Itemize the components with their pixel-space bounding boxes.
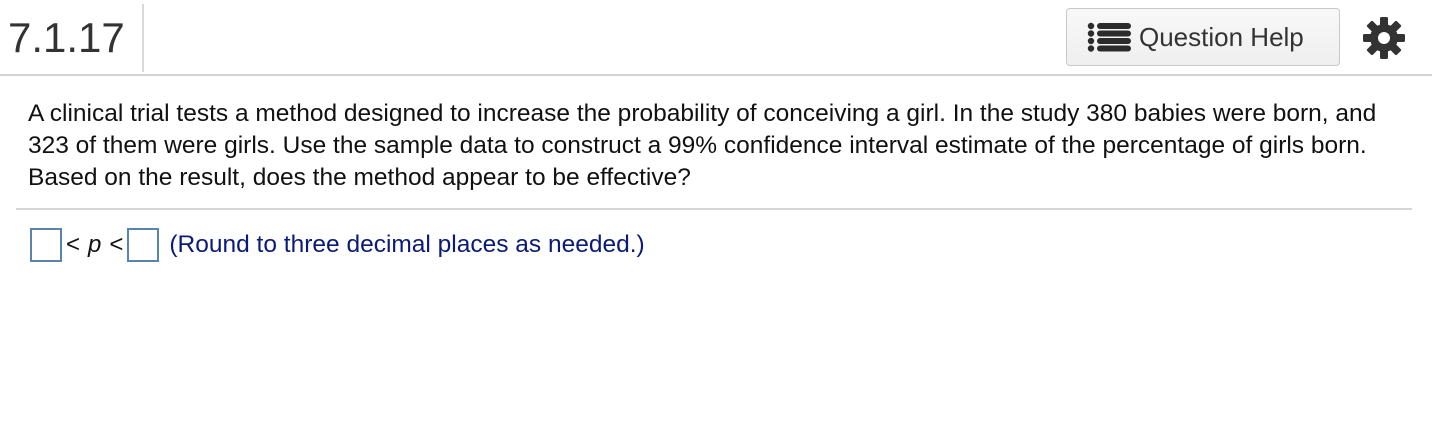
lower-bound-input[interactable] bbox=[30, 228, 62, 262]
header-divider bbox=[142, 4, 144, 72]
list-icon bbox=[1087, 22, 1131, 52]
gear-icon[interactable] bbox=[1362, 16, 1406, 60]
answer-row: < p < (Round to three decimal places as … bbox=[30, 226, 645, 264]
rounding-hint: (Round to three decimal places as needed… bbox=[169, 231, 645, 258]
less-than-symbol: < bbox=[109, 231, 124, 258]
question-page: 7.1.17 Question Help A clinical trial te… bbox=[0, 0, 1432, 432]
question-header: 7.1.17 Question Help bbox=[0, 0, 1432, 76]
question-help-button[interactable]: Question Help bbox=[1066, 8, 1340, 66]
question-help-label: Question Help bbox=[1139, 22, 1304, 52]
question-number: 7.1.17 bbox=[8, 14, 125, 61]
upper-bound-input[interactable] bbox=[127, 228, 160, 262]
question-text: A clinical trial tests a method designed… bbox=[28, 100, 1377, 191]
less-than-symbol: < bbox=[66, 231, 81, 258]
section-divider bbox=[16, 208, 1412, 210]
proportion-variable: p bbox=[88, 231, 102, 258]
